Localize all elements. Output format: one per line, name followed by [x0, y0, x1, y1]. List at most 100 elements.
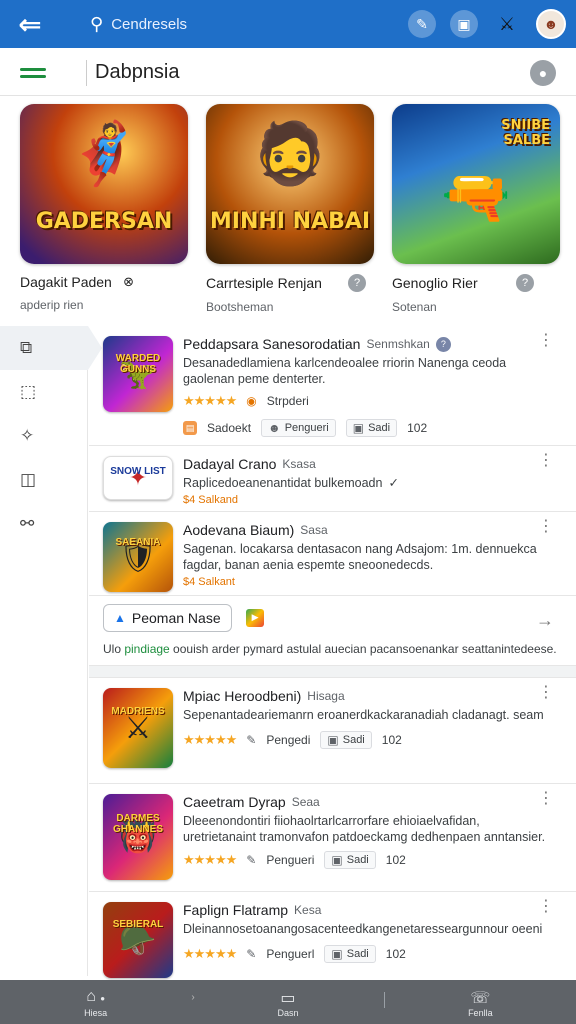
- featured-subtitle: Bootsheman: [206, 300, 274, 314]
- back-arrow-icon[interactable]: ⇐: [10, 4, 50, 44]
- item-title: Aodevana Biaum): [183, 522, 295, 538]
- item-title: Mpiac Heroodbeni): [183, 688, 302, 704]
- featured-card[interactable]: 🦸 GADERSAN Dagakit Paden ⊗ apderip rien: [20, 104, 188, 320]
- chat-icon: ☏: [470, 990, 491, 1007]
- list-item[interactable]: 🛡 SAEANIA Aodevana Biaum) Sasa Sagenan. …: [89, 512, 576, 596]
- more-options-icon[interactable]: ⋮: [538, 453, 554, 469]
- nav-chat[interactable]: ☏ Fenlla: [385, 980, 576, 1018]
- thumbnail-label: WARDED GUNNS: [115, 352, 161, 375]
- thumbnail-label: SAEANIA: [115, 537, 161, 549]
- featured-subtitle: apderip rien: [20, 298, 84, 312]
- chip-label[interactable]: Pengedi: [266, 733, 310, 747]
- game-thumbnail: ⚔ MADRIENS: [103, 688, 173, 768]
- item-tag: Hisaga: [307, 689, 345, 703]
- home-icon: ⌂ ●: [86, 988, 106, 1005]
- arrow-right-icon[interactable]: →: [536, 610, 554, 631]
- square-icon: ▣: [331, 853, 343, 867]
- featured-card[interactable]: SNIIBE SALBE 🔫 Genoglio Rier ? Sotenan: [392, 104, 560, 320]
- box-icon[interactable]: ⬚: [0, 370, 88, 414]
- game-list: 🦖 WARDED GUNNS Peddapsara Sanesorodatian…: [89, 326, 576, 980]
- pengueri-chip[interactable]: ☻ Pengueri: [261, 419, 336, 437]
- item-title: Faplign Flatramp: [183, 902, 289, 918]
- share-icon[interactable]: ⚯: [0, 502, 88, 546]
- chart-icon[interactable]: ◫: [0, 458, 88, 502]
- help-icon[interactable]: ?: [435, 336, 451, 352]
- promo-button[interactable]: ▲ Peoman Nase: [103, 604, 232, 632]
- puzzle-icon[interactable]: ⧉: [0, 326, 102, 370]
- list-item[interactable]: ⚔ MADRIENS Mpiac Heroodbeni) Hisaga Sepe…: [89, 678, 576, 784]
- star-puzzle-icon[interactable]: ✧: [0, 414, 88, 458]
- nav-box[interactable]: ▭ Dasn: [192, 980, 383, 1018]
- chip-label[interactable]: Pengueri: [266, 853, 314, 867]
- item-title: Caeetram Dyrap: [183, 794, 286, 810]
- thumbnail-label: SEBIERAL: [112, 918, 164, 930]
- item-tag: Sasa: [300, 523, 328, 537]
- more-options-icon[interactable]: ⋮: [538, 685, 554, 701]
- thumbnail-label: DARMES GHANNES: [112, 812, 163, 835]
- sadi-chip[interactable]: ▣ Sadi: [324, 945, 376, 963]
- item-title: Dadayal Crano: [183, 456, 277, 472]
- nav-label: Hiesa: [84, 1008, 108, 1018]
- thumbnail-label: MADRIENS: [111, 705, 165, 717]
- featured-subtitle: Sotenan: [392, 300, 437, 314]
- item-description: Raplicedoeanenantidat bulkemoadn: [183, 476, 383, 490]
- list-item[interactable]: 🪖 SEBIERAL Faplign Flatramp Kesa Dleinan…: [89, 892, 576, 980]
- featured-card[interactable]: 🧔 MINHI NABAI Carrtesiple Renjan ? Boots…: [206, 104, 374, 320]
- account-icon[interactable]: ●: [530, 59, 556, 86]
- avatar[interactable]: ☻: [536, 9, 566, 39]
- person-icon: ☻: [268, 421, 281, 435]
- help-icon[interactable]: ?: [516, 274, 534, 292]
- search-box[interactable]: ⚲ Cendresels: [90, 14, 187, 35]
- chip-label[interactable]: Sadoekt: [207, 421, 251, 435]
- item-tag: Seaa: [291, 795, 320, 809]
- rating-stars: ★★★★★: [183, 393, 237, 408]
- title-bar: Dabpnsia ●: [0, 50, 576, 96]
- pirate-ship-icon[interactable]: ⚔: [492, 11, 522, 37]
- featured-name: Dagakit Paden: [20, 274, 112, 290]
- person-icon: ✎: [246, 947, 257, 961]
- item-description: Sepenantadeariemanrn eroanerdkackaranadi…: [183, 708, 544, 722]
- promo-banner: ▲ Peoman Nase ▶ → Ulo pindiage oouish ar…: [89, 596, 576, 666]
- featured-art: SNIIBE SALBE 🔫: [392, 104, 560, 264]
- featured-logo: MINHI NABAI: [209, 209, 371, 234]
- chip-label[interactable]: Penguerl: [266, 947, 314, 961]
- count-label: 102: [381, 733, 402, 747]
- more-options-icon[interactable]: ⋮: [538, 519, 554, 535]
- featured-art: 🦸 GADERSAN: [20, 104, 188, 264]
- nav-home[interactable]: ⌂ ● Hiesa: [0, 980, 191, 1018]
- item-description: Desanadedlamiena karlcendeoalee rriorin …: [183, 356, 507, 386]
- more-options-icon[interactable]: ⋮: [538, 899, 554, 915]
- list-item[interactable]: ✦ SNOW LIST Dadayal Crano Ksasa Rapliced…: [89, 446, 576, 512]
- item-tag: Senmshkan: [366, 337, 430, 351]
- featured-carousel: 🦸 GADERSAN Dagakit Paden ⊗ apderip rien …: [20, 104, 560, 320]
- square-icon: ▣: [331, 947, 343, 961]
- list-item[interactable]: 🦖 WARDED GUNNS Peddapsara Sanesorodatian…: [89, 326, 576, 446]
- more-options-icon[interactable]: ⋮: [538, 791, 554, 807]
- camera-icon[interactable]: ▣: [450, 10, 478, 38]
- nav-label: Dasn: [277, 1008, 299, 1018]
- badge-icon: ⊗: [123, 274, 134, 289]
- sadi-chip[interactable]: ▣ Sadi: [345, 419, 398, 437]
- warrior-icon: 🧔: [252, 120, 328, 187]
- more-options-icon[interactable]: ⋮: [538, 333, 554, 349]
- featured-logo: SNIIBE SALBE: [501, 118, 550, 148]
- sadi-chip[interactable]: ▣ Sadi: [324, 851, 376, 869]
- section-gap: [89, 666, 576, 678]
- list-item[interactable]: 👹 DARMES GHANNES Caeetram Dyrap Seaa Dle…: [89, 784, 576, 892]
- meta-text: Strpderi: [266, 394, 309, 408]
- app-bar: ⇐ ⚲ Cendresels ✎ ▣ ⚔ ☻: [0, 0, 576, 48]
- search-text: Cendresels: [111, 15, 188, 33]
- sadi-chip[interactable]: ▣ Sadi: [320, 731, 372, 749]
- rating-stars: ★★★★★: [183, 852, 237, 867]
- google-play-icon[interactable]: ▶: [246, 608, 265, 627]
- cannon-icon: 🔫: [441, 165, 511, 228]
- game-thumbnail: 🛡 SAEANIA: [103, 522, 173, 592]
- nav-label: Fenlla: [468, 1008, 493, 1018]
- side-rail: ⧉ ⬚ ✧ ◫ ⚯: [0, 326, 102, 976]
- item-tag: Ksasa: [282, 457, 316, 471]
- menu-icon[interactable]: [20, 67, 46, 78]
- help-icon[interactable]: ?: [348, 274, 366, 292]
- pin-icon[interactable]: ✎: [408, 10, 436, 38]
- featured-art: 🧔 MINHI NABAI: [206, 104, 374, 264]
- game-thumbnail: ✦ SNOW LIST: [103, 456, 173, 500]
